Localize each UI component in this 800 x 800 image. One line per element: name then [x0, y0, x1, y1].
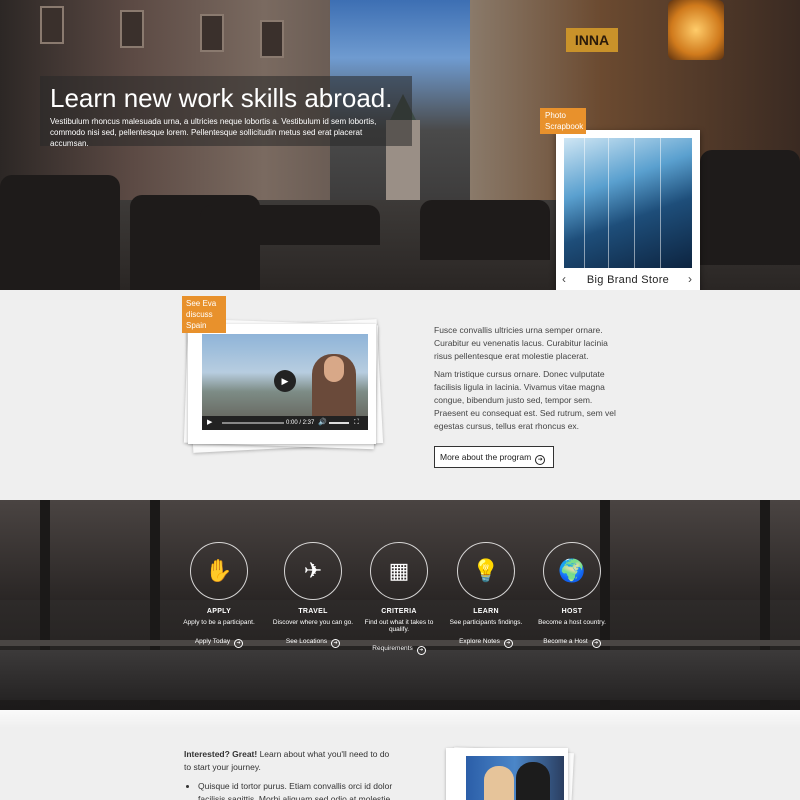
globe-icon[interactable]: 🌍	[543, 542, 601, 600]
feature-desc: Apply to be a participant.	[183, 619, 255, 626]
window	[120, 10, 144, 48]
section-divider	[0, 710, 800, 728]
blocks-icon[interactable]: ▦	[370, 542, 428, 600]
scrapbook-caption: Big Brand Store	[586, 274, 670, 286]
see-eva-tag[interactable]: See Eva discuss Spain	[182, 296, 226, 333]
people-photo	[466, 756, 564, 800]
feature-desc: Find out what it takes to qualify.	[364, 619, 434, 633]
volume-icon[interactable]: 🔊	[318, 416, 327, 430]
crowd	[200, 205, 380, 245]
arrow-circle-icon: ➜	[535, 455, 546, 465]
video-player[interactable]: ▶ ▶ 0:00 / 2:37 🔊 ⛶	[202, 334, 368, 430]
hand-icon[interactable]: ✋	[190, 542, 248, 600]
feature-title: HOST	[561, 608, 583, 615]
feature-title: APPLY	[206, 608, 232, 615]
window	[200, 14, 224, 52]
shop-sign: INNA	[566, 28, 618, 52]
glass-line	[660, 138, 661, 268]
requirements-link[interactable]: Requirements ➜	[356, 645, 442, 655]
train	[0, 650, 800, 700]
explore-notes-link[interactable]: Explore Notes ➜	[443, 638, 529, 648]
window	[260, 20, 284, 58]
intro-paragraph-2: Nam tristique cursus ornare. Donec vulpu…	[434, 368, 616, 432]
interested-section: Interested? Great! Learn about what you'…	[0, 710, 800, 800]
fullscreen-icon[interactable]: ⛶	[354, 416, 359, 430]
feature-desc: Discover where you can go.	[272, 619, 354, 626]
play-icon[interactable]: ▶	[274, 370, 296, 392]
chevron-right-icon[interactable]: ›	[688, 272, 692, 286]
link-label: See Locations	[285, 638, 328, 645]
video-controls: ▶ 0:00 / 2:37 🔊 ⛶	[202, 416, 368, 430]
glass-line	[584, 138, 585, 268]
feature-title: TRAVEL	[298, 608, 328, 615]
lightbulb-icon[interactable]: 💡	[457, 542, 515, 600]
scrapbook-photo[interactable]	[564, 138, 692, 268]
crowd	[0, 175, 120, 290]
video-time: 0:00 / 2:37	[286, 420, 315, 426]
hero-subtitle: Vestibulum rhoncus malesuada urna, a ult…	[50, 117, 377, 148]
interested-text: Interested? Great! Learn about what you'…	[184, 748, 394, 800]
see-locations-link[interactable]: See Locations ➜	[270, 638, 356, 648]
feature-desc: See participants findings.	[449, 619, 523, 626]
arrow-circle-icon: ➜	[503, 639, 513, 648]
requirements-list: Quisque id tortor purus. Etiam convallis…	[198, 780, 394, 800]
glass-line	[634, 138, 635, 268]
feature-travel: ✈ TRAVEL Discover where you can go. See …	[270, 542, 356, 648]
link-label: Apply Today	[194, 638, 231, 645]
more-about-program-button[interactable]: More about the program ➜	[434, 446, 554, 468]
play-pause-icon[interactable]: ▶	[207, 416, 212, 430]
link-label: Requirements	[372, 645, 413, 652]
arrow-circle-icon: ➜	[234, 639, 244, 648]
interested-lead-bold: Interested? Great!	[184, 749, 258, 759]
feature-desc: Become a host country.	[538, 619, 606, 626]
feature-title: LEARN	[473, 608, 499, 615]
volume-slider[interactable]	[329, 422, 349, 424]
link-label: Become a Host	[543, 638, 588, 645]
photo-scrapbook-tag[interactable]: Photo Scrapbook	[540, 108, 586, 134]
more-about-program-label: More about the program	[440, 452, 532, 462]
feature-title: CRITERIA	[381, 608, 417, 615]
video-face	[324, 356, 344, 382]
hero-caption: Learn new work skills abroad. Vestibulum…	[40, 76, 412, 148]
features-section: ✋ APPLY Apply to be a participant. Apply…	[0, 500, 800, 710]
interested-lead: Interested? Great! Learn about what you'…	[184, 748, 394, 774]
video-progress[interactable]	[222, 422, 284, 424]
feature-host: 🌍 HOST Become a host country. Become a H…	[529, 542, 615, 648]
person	[484, 766, 514, 800]
become-host-link[interactable]: Become a Host ➜	[529, 638, 615, 648]
list-item: Quisque id tortor purus. Etiam convallis…	[198, 780, 394, 800]
link-label: Explore Notes	[459, 638, 500, 645]
arrow-circle-icon: ➜	[416, 646, 426, 655]
apply-today-link[interactable]: Apply Today ➜	[176, 638, 262, 648]
intro-paragraph-1: Fusce convallis ultricies urna semper or…	[434, 325, 608, 362]
interested-photo	[446, 746, 575, 800]
glass-line	[608, 138, 609, 268]
photo-scrapbook-card[interactable]: Photo Scrapbook ‹ Big Brand Store ›	[540, 108, 700, 298]
crowd	[420, 200, 550, 260]
arrow-circle-icon: ➜	[591, 639, 601, 648]
person	[516, 762, 550, 800]
feature-apply: ✋ APPLY Apply to be a participant. Apply…	[176, 542, 262, 648]
hero-title: Learn new work skills abroad.	[50, 83, 393, 113]
airplane-icon[interactable]: ✈	[284, 542, 342, 600]
arrow-circle-icon: ➜	[331, 639, 341, 648]
feature-learn: 💡 LEARN See participants findings. Explo…	[443, 542, 529, 648]
video-card: ▶ ▶ 0:00 / 2:37 🔊 ⛶	[183, 318, 384, 453]
crowd	[700, 150, 800, 265]
window	[40, 6, 64, 44]
feature-criteria: ▦ CRITERIA Find out what it takes to qua…	[356, 542, 442, 655]
program-intro-section: ▶ ▶ 0:00 / 2:37 🔊 ⛶ See Eva discuss Spai…	[0, 290, 800, 500]
program-intro-text: Fusce convallis ultricies urna semper or…	[434, 324, 624, 434]
street-lamp	[668, 0, 724, 60]
